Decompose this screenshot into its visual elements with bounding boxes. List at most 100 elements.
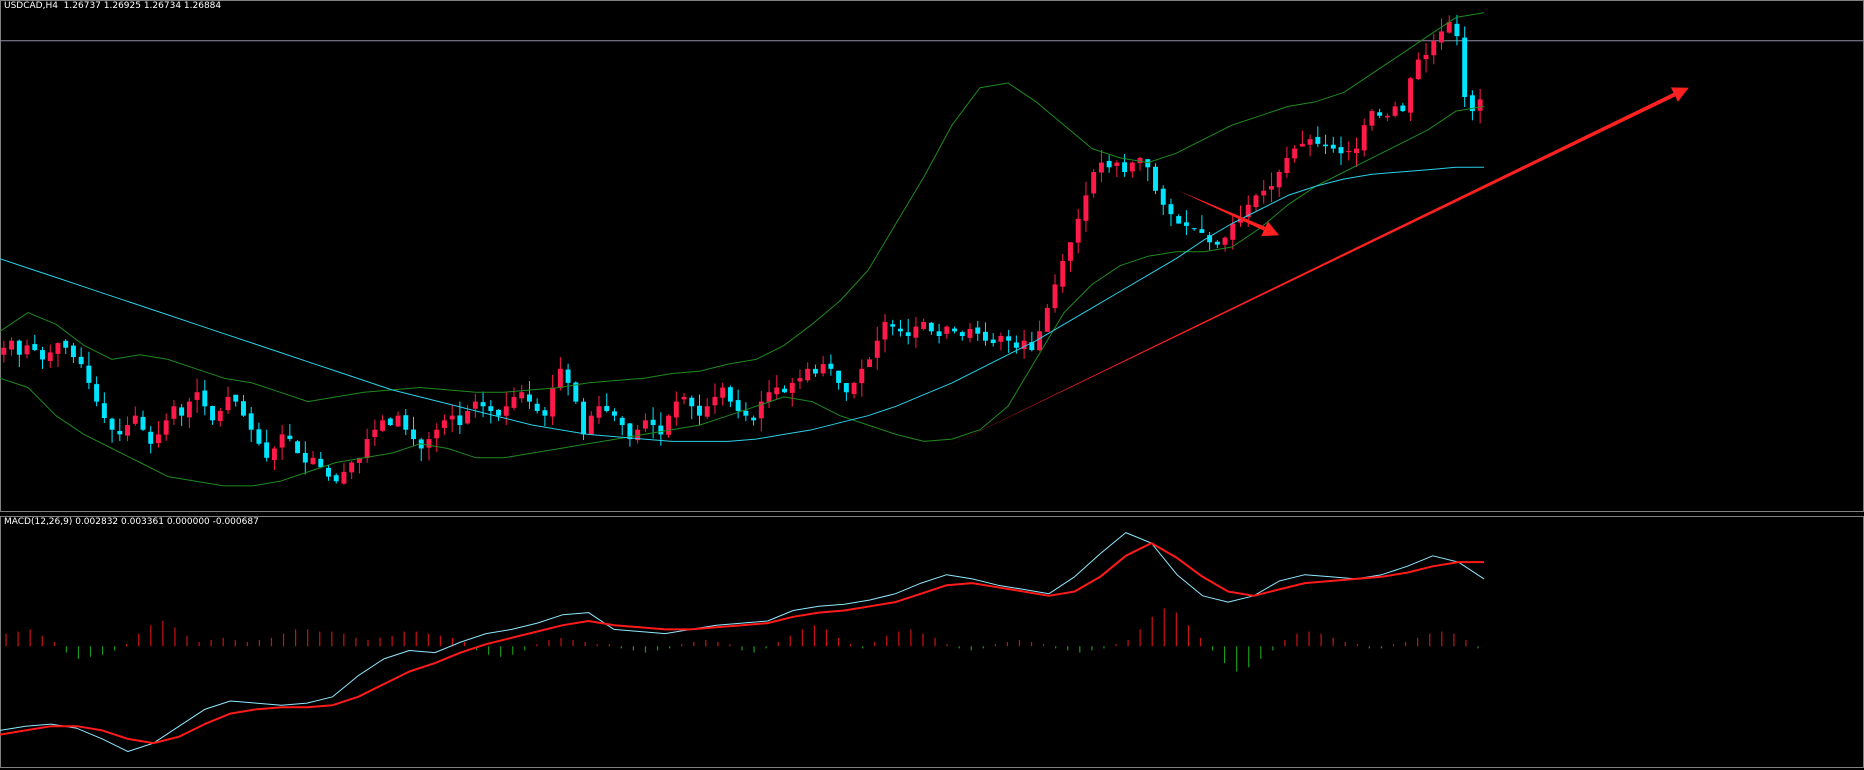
candle-body xyxy=(1299,143,1305,147)
symbol-header: USDCAD,H4 1.26737 1.26925 1.26734 1.2688… xyxy=(4,1,222,11)
candle-body xyxy=(47,352,53,362)
candle-body xyxy=(78,356,84,365)
candle-body xyxy=(287,435,293,440)
candle-body xyxy=(372,429,378,438)
candle-body xyxy=(1222,237,1228,245)
candle-body xyxy=(101,403,107,418)
candle-body xyxy=(1122,162,1128,172)
candle-body xyxy=(1377,112,1383,116)
candle-body xyxy=(1323,144,1329,147)
candle-body xyxy=(1006,336,1012,341)
bollinger-lower-line xyxy=(0,105,1485,487)
candle-body xyxy=(1392,106,1398,116)
bollinger-upper-line xyxy=(0,12,1485,403)
candle-body xyxy=(1462,37,1468,98)
candle-body xyxy=(155,434,161,444)
candle-body xyxy=(766,392,772,402)
candle-body xyxy=(171,406,177,419)
candle-body xyxy=(1454,23,1460,37)
candle-body xyxy=(1361,125,1367,151)
candle-body xyxy=(681,396,687,400)
candle-body xyxy=(225,396,231,411)
candle-body xyxy=(380,420,386,431)
candle-body xyxy=(1315,136,1321,144)
candle-body xyxy=(1439,31,1444,43)
candle-body xyxy=(264,442,270,458)
candle-body xyxy=(364,439,370,459)
candle-body xyxy=(828,363,834,369)
candle-body xyxy=(94,384,100,402)
candle-body xyxy=(789,382,795,393)
candle-body xyxy=(1145,159,1151,168)
candle-body xyxy=(1415,59,1421,80)
candle-body xyxy=(526,394,532,402)
candle-body xyxy=(480,402,486,407)
candle-body xyxy=(395,415,401,427)
candle-body xyxy=(967,328,973,338)
candle-body xyxy=(944,326,950,334)
candle-body xyxy=(1068,242,1073,261)
candle-body xyxy=(581,401,587,435)
candle-body xyxy=(63,340,69,348)
candle-body xyxy=(1075,218,1081,243)
candle-body xyxy=(666,415,672,435)
moving-average-line xyxy=(0,166,1484,442)
candle-body xyxy=(194,392,200,400)
candle-body xyxy=(1106,160,1112,168)
candle-body xyxy=(140,416,146,430)
candle-body xyxy=(542,410,548,416)
candle-body xyxy=(982,331,988,341)
macd-panel-frame xyxy=(0,516,1864,768)
candle-body xyxy=(496,409,502,416)
candle-body xyxy=(457,415,463,426)
candle-body xyxy=(658,425,664,435)
candle-body xyxy=(1384,115,1390,118)
candle-body xyxy=(271,448,277,461)
candle-body xyxy=(55,343,61,354)
candle-body xyxy=(650,419,656,426)
candle-body xyxy=(812,368,818,374)
candle-body xyxy=(534,403,540,411)
candle-body xyxy=(202,390,208,407)
candle-body xyxy=(1346,150,1352,153)
candle-body xyxy=(897,328,903,332)
candle-body xyxy=(1276,172,1282,188)
candle-body xyxy=(163,420,169,435)
candle-body xyxy=(1129,162,1135,172)
candle-body xyxy=(179,407,185,416)
candle-body xyxy=(256,429,262,444)
candle-body xyxy=(426,439,432,448)
candle-body xyxy=(1160,188,1166,205)
candle-body xyxy=(1114,162,1120,166)
candle-body xyxy=(928,322,934,332)
candle-body xyxy=(743,410,749,416)
candle-body xyxy=(9,340,15,350)
candle-body xyxy=(720,387,726,398)
candle-body xyxy=(1013,342,1019,348)
candle-body xyxy=(1176,216,1182,224)
candle-body xyxy=(441,420,447,428)
candle-body xyxy=(1423,54,1429,60)
candle-body xyxy=(341,471,347,484)
chart-canvas xyxy=(0,0,1864,768)
candle-body xyxy=(1477,99,1483,111)
candle-body xyxy=(1431,40,1437,56)
candle-body xyxy=(1369,111,1375,126)
candle-body xyxy=(70,345,76,358)
candle-body xyxy=(1353,148,1359,154)
candle-body xyxy=(1268,186,1274,190)
candle-body xyxy=(295,441,301,454)
candle-body xyxy=(148,431,154,444)
candle-body xyxy=(735,400,741,411)
candle-body xyxy=(805,368,811,381)
candle-body xyxy=(697,405,702,416)
candle-body xyxy=(403,415,409,430)
candle-body xyxy=(859,368,865,384)
down-arrow-shaft xyxy=(1178,190,1266,231)
candle-body xyxy=(1230,223,1236,240)
candle-body xyxy=(1307,139,1313,145)
candle-body xyxy=(1044,307,1050,332)
candle-body xyxy=(125,425,131,436)
macd-line xyxy=(0,532,1485,752)
candle-body xyxy=(1400,105,1406,112)
